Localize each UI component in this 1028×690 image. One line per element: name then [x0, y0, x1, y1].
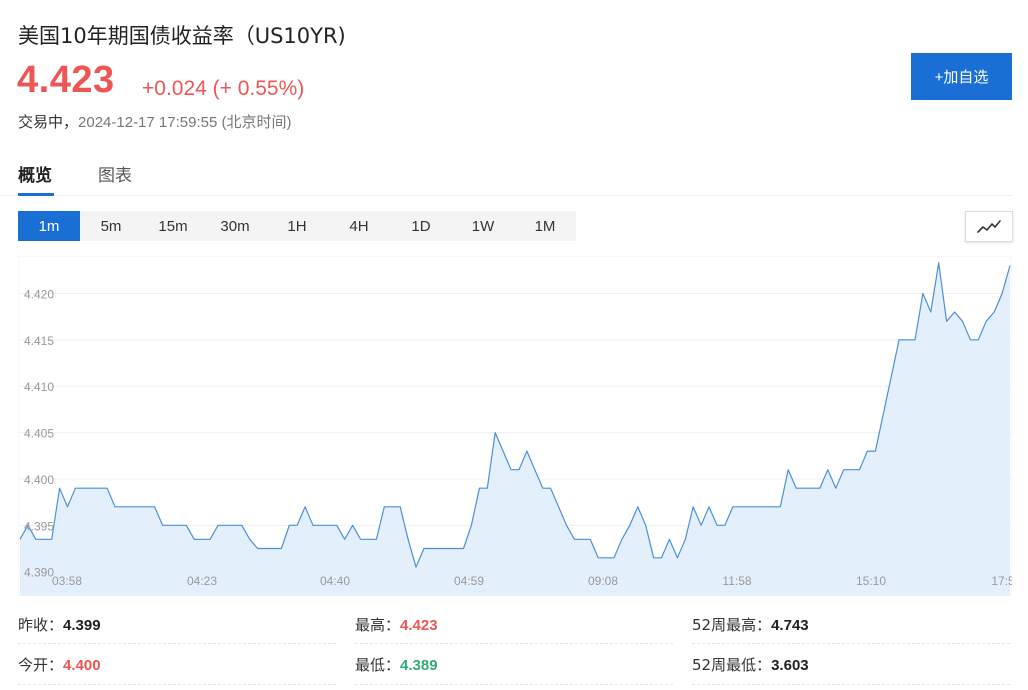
- active-tab-indicator: [18, 193, 54, 196]
- period-selector: 1m 5m 15m 30m 1H 4H 1D 1W 1M: [18, 211, 576, 241]
- timestamp: 2024-12-17 17:59:55 (北京时间): [78, 114, 292, 131]
- y-tick-label: 4.405: [24, 427, 54, 441]
- current-price: 4.423: [17, 59, 115, 101]
- status-label: 交易中，: [18, 113, 79, 131]
- y-tick-label: 4.400: [24, 473, 54, 487]
- tab-chart[interactable]: 图表: [98, 161, 132, 186]
- high-label: 最高：: [355, 616, 401, 634]
- low-value: 4.389: [400, 657, 438, 674]
- stat-52w-low: 52周最低：3.603: [692, 654, 809, 675]
- x-tick-label: 03:58: [52, 574, 82, 588]
- open-label: 今开：: [18, 656, 64, 674]
- low-label: 最低：: [355, 656, 401, 674]
- period-1mo[interactable]: 1M: [514, 211, 576, 241]
- tab-bar: 概览 图表: [0, 155, 1012, 196]
- page-title: 美国10年期国债收益率（US10YR): [18, 24, 346, 48]
- stat-prev-close: 昨收：4.399: [18, 614, 101, 635]
- low52-value: 3.603: [771, 657, 809, 674]
- period-1w[interactable]: 1W: [452, 211, 514, 241]
- stat-open: 今开：4.400: [18, 654, 101, 675]
- row-divider: [18, 684, 336, 685]
- x-tick-label: 04:40: [320, 574, 350, 588]
- line-chart-icon: [977, 219, 1001, 233]
- x-tick-label: 11:58: [722, 574, 751, 588]
- prev-close-label: 昨收：: [18, 616, 64, 634]
- stat-52w-high: 52周最高：4.743: [692, 614, 809, 635]
- y-tick-label: 4.410: [24, 380, 54, 394]
- period-1m[interactable]: 1m: [18, 211, 80, 241]
- prev-close-value: 4.399: [63, 617, 101, 634]
- stat-low: 最低：4.389: [355, 654, 438, 675]
- price-chart: 4.390 4.395 4.400 4.405 4.410 4.415 4.420 03:58…: [18, 256, 1012, 596]
- open-value: 4.400: [63, 657, 101, 674]
- row-divider: [355, 684, 673, 685]
- row-divider: [355, 643, 673, 644]
- x-tick-label: 04:59: [454, 574, 484, 588]
- low52-label: 52周最低：: [692, 656, 772, 674]
- period-30m[interactable]: 30m: [204, 211, 266, 241]
- y-tick-label: 4.390: [24, 566, 54, 580]
- trading-status: 交易中，2024-12-17 17:59:55 (北京时间): [18, 111, 291, 132]
- y-tick-label: 4.415: [24, 334, 54, 348]
- period-1h[interactable]: 1H: [266, 211, 328, 241]
- x-tick-label: 04:23: [187, 574, 217, 588]
- price-change: +0.024 (+ 0.55%): [142, 77, 305, 100]
- tab-overview[interactable]: 概览: [18, 161, 52, 186]
- high52-value: 4.743: [771, 617, 809, 634]
- high-value: 4.423: [400, 617, 438, 634]
- x-tick-label: 17:5: [991, 574, 1012, 588]
- chart-type-toggle[interactable]: [965, 211, 1013, 242]
- period-5m[interactable]: 5m: [80, 211, 142, 241]
- add-to-watchlist-button[interactable]: +加自选: [911, 53, 1012, 100]
- row-divider: [692, 684, 1010, 685]
- high52-label: 52周最高：: [692, 616, 772, 634]
- period-1d[interactable]: 1D: [390, 211, 452, 241]
- period-15m[interactable]: 15m: [142, 211, 204, 241]
- x-tick-label: 09:08: [588, 574, 618, 588]
- row-divider: [18, 643, 336, 644]
- stat-high: 最高：4.423: [355, 614, 438, 635]
- period-4h[interactable]: 4H: [328, 211, 390, 241]
- row-divider: [692, 643, 1010, 644]
- y-tick-label: 4.395: [24, 519, 54, 533]
- chart-svg: 4.390 4.395 4.400 4.405 4.410 4.415 4.420 03:58…: [18, 256, 1012, 596]
- y-tick-label: 4.420: [24, 287, 54, 301]
- x-tick-label: 15:10: [856, 574, 886, 588]
